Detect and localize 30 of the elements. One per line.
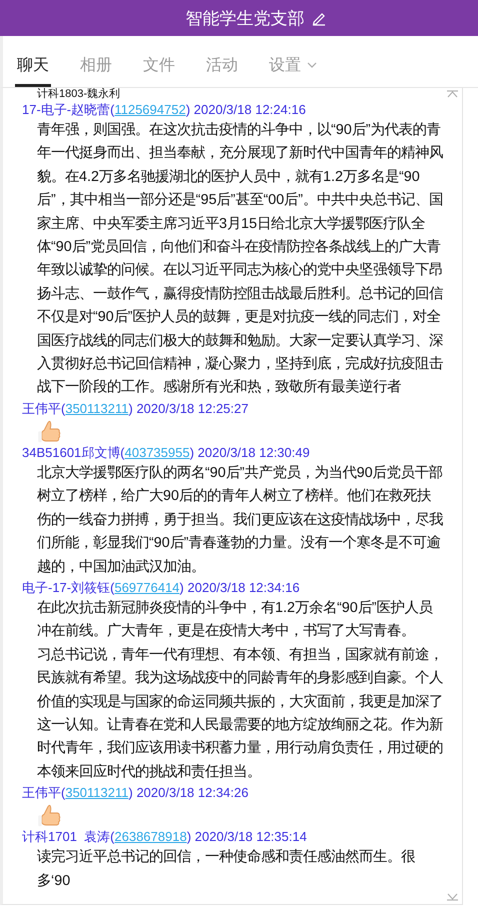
sender-name: 17-电子-赵晓蕾 bbox=[22, 101, 110, 119]
sender-name: 34B51601邱文博 bbox=[22, 444, 120, 462]
scroll-up-icon[interactable] bbox=[447, 90, 458, 98]
sender-name: 电子-17-刘筱钰 bbox=[22, 578, 110, 597]
sender-name: 计科1803-魏永利 bbox=[37, 88, 120, 101]
message-text: 在此次抗击新冠肺炎疫情的斗争中，有1.2万余名“90后”医护人员冲在前线。广大青年，更是在疫情大考中，书写了大写青春。 bbox=[37, 598, 434, 642]
message-time: 2020/3/18 12:34:16 bbox=[186, 578, 300, 597]
message-text: 读完习近平总书记的回信，一种使命感和责任感油然而生。很多‘90 bbox=[37, 848, 416, 891]
sender-name: 王伟平 bbox=[22, 400, 61, 418]
qq-number-link[interactable]: (569776414) bbox=[110, 578, 184, 597]
group-title: 智能学生党支部 bbox=[186, 8, 304, 30]
message-time: 2020/3/18 12:24:16 bbox=[192, 101, 306, 119]
qq-number-link[interactable]: (403735955) bbox=[120, 444, 194, 462]
scroll-down-icon[interactable] bbox=[447, 893, 458, 901]
message-text: 青年强，则国强。在这次抗击疫情的斗争中，以“90后”为代表的青年一代挺身而出、担当奉献，充分展现了新时代中国青年的精神风貌。在4.2万多名驰援湖北的医护人员中，就有1.2万多名是“90后”，其中相当一部分还是“95后”甚至“00后”。中共中央总书记、国家主席、中央军委主席习近平3月15日给北京大学援鄂医疗队全体“90后”党员回信，向他们和奋斗在疫情防控各条战线上的广大青年致以诚挚的问候。在以习近平同志为核心的党中央坚强领导下昂扬斗志、一鼓作气，赢得疫情防控阻击战最后胜利。总书记的回信不仅是对“90后”医护人员的鼓舞，更是对抗疫一线的同志们，对全国医疗战线的同志们极大的鼓舞和勉励。大家一定要认真学习、深入贯彻好总书记回信精神，凝心聚力，坚持到底，完成好抗疫阻击战下一阶段的工作。感谢所有光和热，致敬所有最美逆行者 bbox=[37, 121, 444, 398]
message-text: 习总书记说，青年一代有理想、有本领、有担当，国家就有前途，民族就有希望。我为这场战疫中的同龄青年的身影感到自豪。个人价值的实现是与国家的命运同频共振的，大灾面前，我更是加深了这一认知。让青春在党和人民最需要的地方绽放绚丽之花。作为新时代青年，我们应该用读书积蓄力量，用行动肩负责任，用过硬的本领来回应时代的挑战和责任担当。 bbox=[37, 646, 444, 782]
message-time: 2020/3/18 12:30:49 bbox=[196, 444, 310, 462]
message-time: 2020/3/18 12:35:14 bbox=[194, 828, 307, 846]
qq-number-link[interactable]: (2638678918) bbox=[110, 828, 192, 846]
tab[interactable]: 聊天 bbox=[15, 36, 51, 87]
message-time: 2020/3/18 12:25:27 bbox=[135, 400, 248, 418]
thumbs-up-icon bbox=[37, 420, 61, 444]
thumbs-up-icon bbox=[37, 804, 61, 828]
sender-name: 计科1701 袁涛 bbox=[22, 828, 110, 846]
message-text: 北京大学援鄂医疗队的两名“90后”共产党员，为当代90后党员干部树立了榜样，给广大90后的的青年人树立了榜样。他们在救死扶伤的一线奋力拼搏，勇于担当。我们更应该在这疫情战场中，尽我们所能，彰显我们“90后”青春蓬勃的力量。没有一个寒冬是不可逾越的，中国加油武汉加油。 bbox=[37, 464, 444, 576]
message-time: 2020/3/18 12:34:26 bbox=[135, 784, 248, 802]
qq-number-link[interactable]: (350113211) bbox=[61, 784, 133, 802]
sender-name: 王伟平 bbox=[22, 784, 61, 802]
qq-number-link[interactable]: (1125694752) bbox=[110, 101, 190, 119]
qq-number-link[interactable]: (350113211) bbox=[61, 400, 133, 418]
